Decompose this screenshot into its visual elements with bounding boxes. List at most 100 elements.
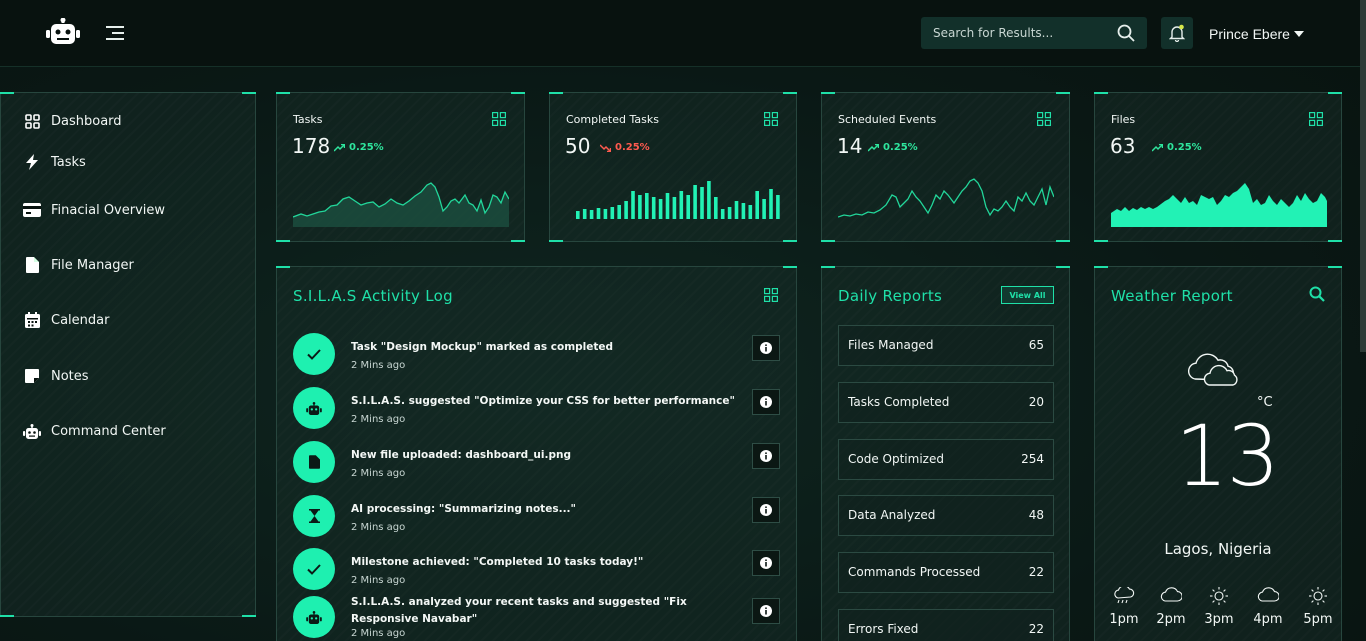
search-icon[interactable] [1117, 24, 1135, 42]
grid-icon[interactable] [492, 111, 506, 126]
info-button[interactable] [752, 335, 780, 361]
info-button[interactable] [752, 550, 780, 576]
grid-icon[interactable] [1037, 111, 1051, 126]
hourly-forecast-item: 3pm [1199, 587, 1239, 627]
info-button[interactable] [752, 598, 780, 624]
user-menu[interactable]: Prince Ebere [1209, 26, 1304, 42]
files-area-sparkline [1111, 183, 1327, 227]
spark-bar [741, 203, 746, 219]
trend-up-icon [1152, 143, 1163, 152]
search-bar [921, 17, 1147, 49]
info-button[interactable] [752, 497, 780, 523]
temperature: 13 [1175, 407, 1280, 505]
sidebar-item-label: File Manager [51, 257, 134, 273]
spark-bar [707, 181, 711, 219]
info-button[interactable] [752, 443, 780, 469]
sidebar-item-calendar[interactable]: Calendar [23, 311, 109, 329]
daily-reports-title: Daily Reports [838, 287, 943, 305]
spark-bar [748, 205, 753, 219]
spark-bar [582, 209, 587, 219]
info-button[interactable] [752, 389, 780, 415]
grid-icon[interactable] [764, 287, 778, 302]
sun-icon [1210, 587, 1228, 605]
sidebar-item-label: Command Center [51, 423, 166, 439]
hourglass-icon [293, 495, 335, 537]
sidebar: Dashboard Tasks Finacial Overview File M… [0, 92, 256, 617]
bolt-icon [23, 153, 41, 171]
credit-card-icon [23, 201, 41, 219]
spark-bar [720, 209, 725, 219]
spark-bar [589, 210, 594, 219]
hourly-forecast-item: 1pm [1104, 585, 1144, 627]
info-icon [760, 450, 772, 462]
spark-bar [693, 185, 697, 219]
bell-icon [1169, 24, 1185, 42]
stat-change: 0.25% [1152, 142, 1202, 153]
cloudy-icon [1187, 351, 1249, 391]
sidebar-item-command-center[interactable]: Command Center [23, 422, 166, 440]
sidebar-item-file-manager[interactable]: File Manager [23, 256, 134, 274]
daily-reports-panel: Daily Reports View All Files Managed 65 … [821, 266, 1070, 641]
spark-bar [617, 205, 621, 219]
sidebar-item-tasks[interactable]: Tasks [23, 153, 86, 171]
spark-bar [651, 197, 656, 219]
hourly-forecast-item: 4pm [1248, 587, 1288, 627]
spark-bar [769, 189, 773, 219]
list-item: Task "Design Mockup" marked as completed… [293, 333, 781, 383]
list-item: Milestone achieved: "Completed 10 tasks … [293, 548, 781, 598]
report-row: Commands Processed 22 [838, 552, 1054, 593]
grid-icon[interactable] [1309, 111, 1323, 126]
stat-card-completed-tasks: Completed Tasks 50 0.25% [549, 92, 797, 242]
caret-down-icon [1293, 31, 1304, 37]
report-row: Code Optimized 254 [838, 439, 1054, 480]
stat-value: 178 [292, 134, 331, 158]
tasks-area-sparkline [293, 182, 509, 227]
stat-title: Scheduled Events [838, 113, 937, 126]
grid-icon[interactable] [764, 111, 778, 126]
spark-bar [727, 207, 732, 219]
sidebar-item-dashboard[interactable]: Dashboard [23, 112, 122, 130]
grid-icon [23, 112, 41, 130]
trend-up-icon [334, 143, 345, 152]
sidebar-item-financial-overview[interactable]: Finacial Overview [23, 201, 165, 219]
file-icon [293, 441, 335, 483]
sidebar-item-label: Finacial Overview [51, 202, 166, 218]
temperature-unit: °C [1257, 395, 1273, 410]
note-icon [23, 367, 41, 385]
calendar-icon [23, 311, 41, 329]
spark-bar [776, 195, 780, 219]
view-all-button[interactable]: View All [1001, 286, 1054, 304]
report-row: Files Managed 65 [838, 325, 1054, 366]
notifications-button[interactable] [1161, 17, 1193, 49]
report-row: Errors Fixed 22 [838, 609, 1054, 641]
report-row: Tasks Completed 20 [838, 382, 1054, 423]
location: Lagos, Nigeria [1164, 540, 1272, 558]
stat-change: 0.25% [600, 142, 650, 153]
scrollbar[interactable] [1360, 0, 1366, 352]
trend-up-icon [868, 143, 879, 152]
sidebar-item-notes[interactable]: Notes [23, 367, 89, 385]
sidebar-item-label: Tasks [51, 154, 86, 170]
search-input[interactable] [921, 17, 1111, 49]
list-item: S.I.L.A.S. analyzed your recent tasks an… [293, 596, 781, 641]
info-icon [760, 557, 772, 569]
user-name: Prince Ebere [1209, 26, 1290, 42]
completed-tasks-bar-sparkline [576, 181, 780, 219]
search-icon[interactable] [1309, 286, 1325, 306]
list-item: S.I.L.A.S. suggested "Optimize your CSS … [293, 387, 781, 437]
spark-bar [624, 201, 628, 219]
stat-value: 63 [1110, 134, 1136, 158]
robot-icon [293, 387, 335, 429]
spark-bar [686, 195, 690, 219]
stat-title: Completed Tasks [566, 113, 659, 126]
cloud-icon [1257, 587, 1280, 602]
hourly-forecast-item: 2pm [1151, 587, 1191, 627]
trend-down-icon [600, 143, 611, 152]
file-icon [23, 256, 41, 274]
sidebar-item-label: Calendar [51, 312, 110, 328]
menu-toggle-icon[interactable] [106, 26, 124, 40]
robot-icon [23, 422, 41, 440]
robot-logo-icon[interactable] [46, 17, 80, 46]
stat-card-tasks: Tasks 178 0.25% [276, 92, 525, 242]
scheduled-events-line-sparkline [838, 178, 1054, 218]
